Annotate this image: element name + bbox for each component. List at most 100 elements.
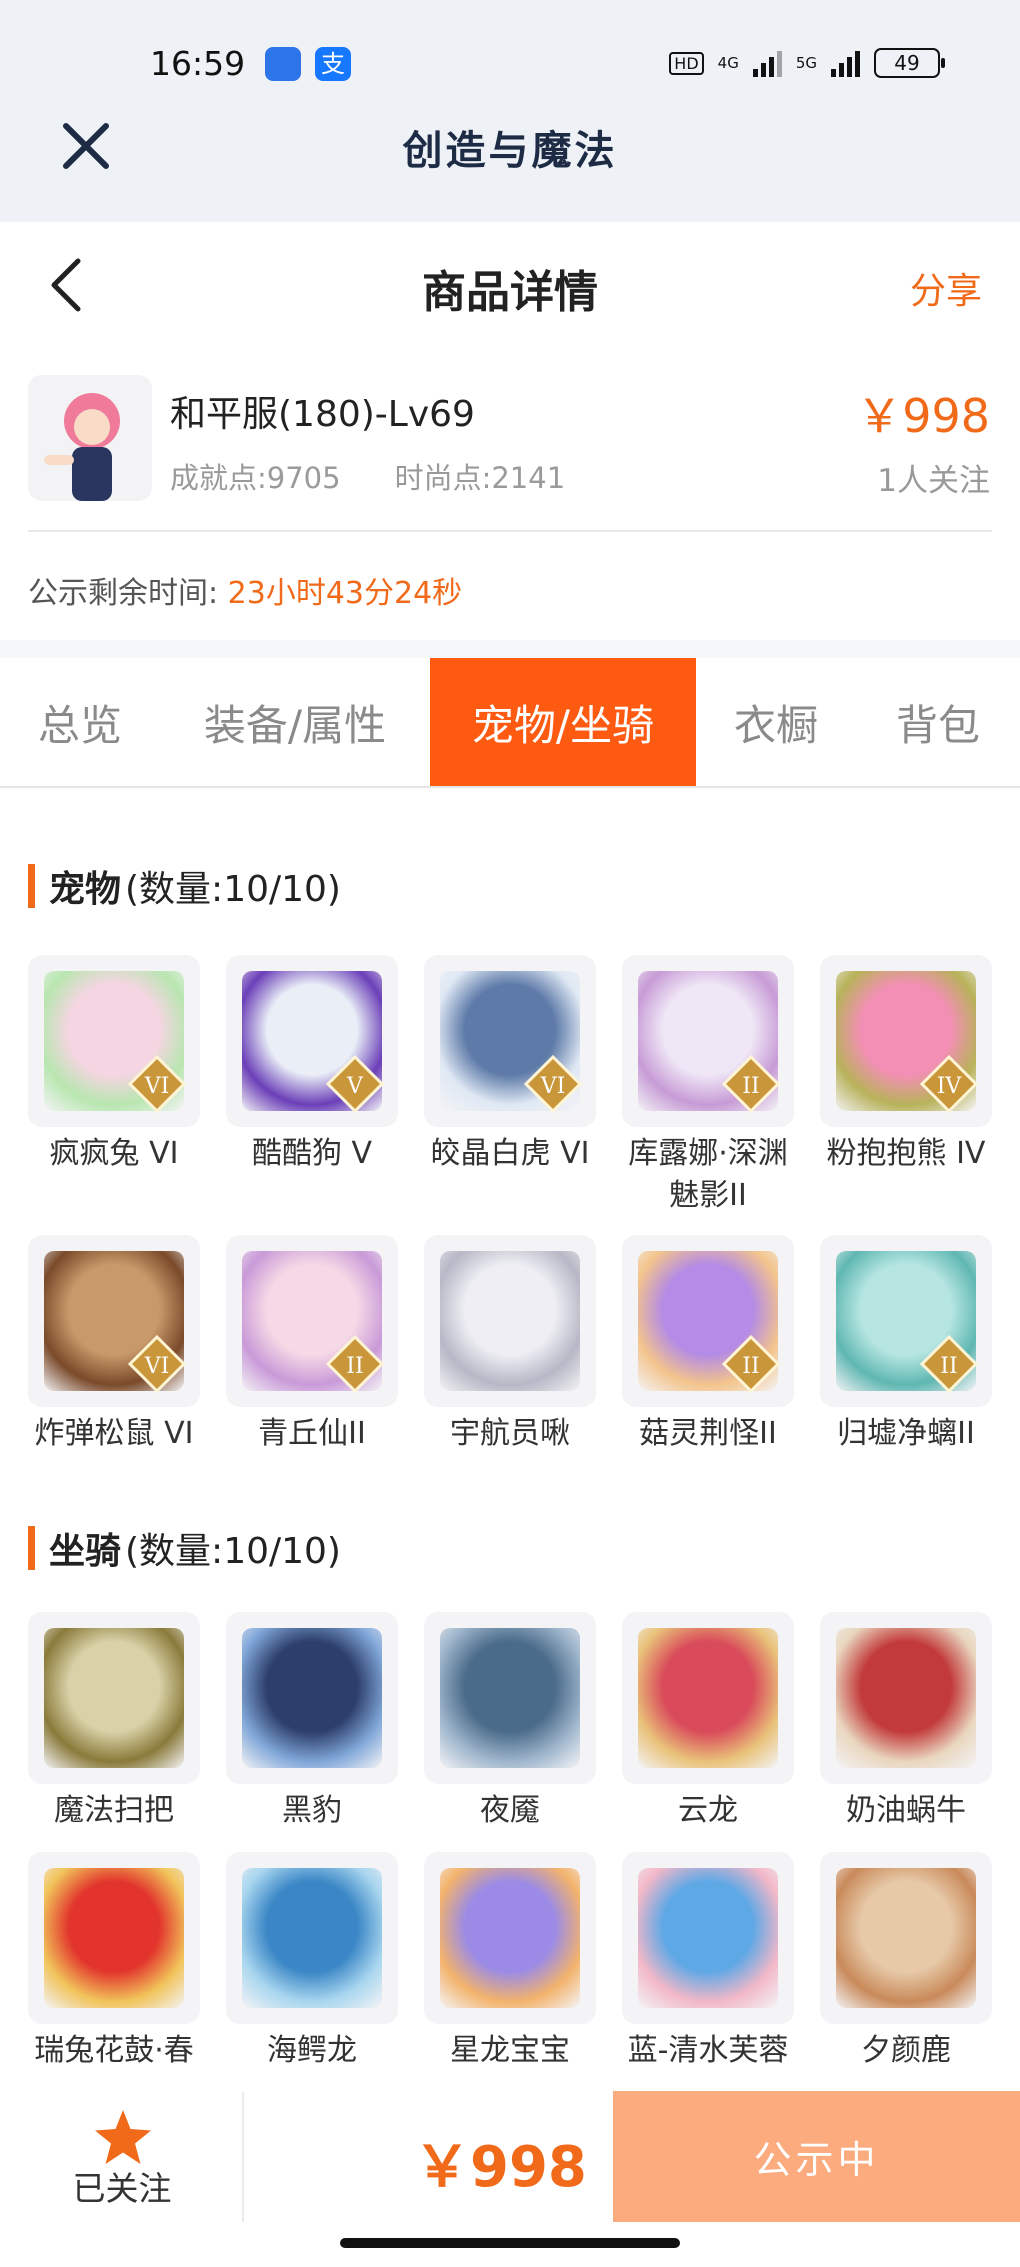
item-thumbnail (28, 1852, 200, 2024)
countdown-value: 23小时43分24秒 (227, 576, 463, 611)
grid-item[interactable]: II 库露娜·深渊魅影II (622, 955, 794, 1217)
tab-overview[interactable]: 总览 (0, 658, 160, 786)
page-title: 商品详情 (422, 267, 598, 318)
home-indicator (340, 2238, 680, 2248)
share-button[interactable]: 分享 (910, 262, 982, 314)
network-5g-label: 5G (795, 54, 817, 72)
item-name: 粉抱抱熊 IV (826, 1136, 986, 1171)
rank-badge-icon: VI (127, 1334, 187, 1394)
item-thumbnail: II (622, 1235, 794, 1407)
tab-bag[interactable]: 背包 (856, 658, 1020, 786)
item-name: 库露娜·深渊魅影II (628, 1136, 788, 1213)
signal-icon (752, 49, 782, 77)
item-thumbnail (424, 1612, 596, 1784)
item-artwork (638, 1868, 778, 2008)
item-thumbnail: II (622, 955, 794, 1127)
section-gap (0, 640, 1020, 658)
product-stats: 成就点:9705 时尚点:2141 (170, 455, 565, 497)
grid-item[interactable]: 奶油蜗牛 (820, 1612, 992, 1832)
item-name: 夕颜鹿 (861, 2033, 951, 2068)
divider (242, 2092, 244, 2222)
grid-item[interactable]: 魔法扫把 (28, 1612, 200, 1832)
grid-item[interactable]: VI 皎晶白虎 VI (424, 955, 596, 1175)
grid-item[interactable]: 海鳄龙 (226, 1852, 398, 2072)
grid-item[interactable]: 蓝-清水芙蓉 (622, 1852, 794, 2072)
rank-badge-text: V (346, 1074, 364, 1099)
section-count: (数量:10/10) (125, 1531, 341, 1572)
item-artwork (440, 1251, 580, 1391)
item-artwork (440, 1628, 580, 1768)
status-indicators: HD 4G 5G 49 (669, 48, 945, 78)
item-thumbnail (28, 1612, 200, 1784)
product-price: ￥998 (856, 389, 990, 443)
item-thumbnail (622, 1852, 794, 2024)
section-name: 宠物 (49, 869, 122, 910)
item-artwork (836, 1868, 976, 2008)
rank-badge-text: II (742, 1354, 759, 1379)
status-time: 16:59 (150, 44, 246, 83)
item-thumbnail (820, 1852, 992, 2024)
grid-item[interactable]: V 酷酷狗 V (226, 955, 398, 1175)
tab-equipment[interactable]: 装备/属性 (160, 658, 430, 786)
grid-item[interactable]: VI 疯疯兔 VI (28, 955, 200, 1175)
grid-item[interactable]: II 青丘仙II (226, 1235, 398, 1455)
grid-item[interactable]: II 归墟净螭II (820, 1235, 992, 1455)
item-name: 云龙 (678, 1793, 738, 1828)
item-name: 夜魇 (480, 1793, 540, 1828)
item-name: 魔法扫把 (54, 1793, 174, 1828)
item-artwork (242, 1628, 382, 1768)
section-count: (数量:10/10) (125, 869, 341, 910)
tab-bar: 总览 装备/属性 宠物/坐骑 衣橱 背包 (0, 658, 1020, 788)
grid-item[interactable]: 云龙 (622, 1612, 794, 1832)
item-name: 星龙宝宝 (450, 2033, 570, 2068)
item-name: 酷酷狗 V (251, 1136, 373, 1171)
item-name: 归墟净螭II (837, 1416, 975, 1451)
grid-item[interactable]: 黑豹 (226, 1612, 398, 1832)
follower-count: 1人关注 (877, 463, 990, 499)
item-name: 炸弹松鼠 VI (34, 1416, 194, 1451)
item-name: 蓝-清水芙蓉 (627, 2033, 789, 2068)
battery-icon: 49 (874, 48, 945, 78)
item-thumbnail (226, 1612, 398, 1784)
item-name: 黑豹 (282, 1793, 342, 1828)
rank-badge-icon: II (721, 1054, 781, 1114)
item-thumbnail (424, 1852, 596, 2024)
rank-badge-icon: V (325, 1054, 385, 1114)
rank-badge-icon: IV (919, 1054, 979, 1114)
grid-item[interactable]: 夕颜鹿 (820, 1852, 992, 2072)
item-thumbnail: II (820, 1235, 992, 1407)
item-artwork (638, 1628, 778, 1768)
rank-badge-icon: II (721, 1334, 781, 1394)
grid-item[interactable]: II 菇灵荆怪II (622, 1235, 794, 1455)
item-artwork (440, 1868, 580, 2008)
section-marker (28, 1526, 35, 1570)
section-name: 坐骑 (49, 1531, 122, 1572)
item-name: 宇航员啾 (450, 1416, 570, 1451)
signal-icon (831, 49, 860, 77)
app-title: 创造与魔法 (402, 127, 618, 174)
grid-item[interactable]: 瑞兔花鼓·春 (28, 1852, 200, 2072)
rank-badge-text: II (346, 1354, 363, 1379)
star-icon[interactable] (93, 2108, 153, 2166)
fashion-points: 时尚点:2141 (394, 461, 566, 495)
character-avatar (28, 375, 152, 501)
tab-wardrobe[interactable]: 衣橱 (696, 658, 856, 786)
follow-button[interactable]: 已关注 (40, 2162, 204, 2210)
video-app-icon (265, 47, 301, 81)
publicity-status-button[interactable]: 公示中 (613, 2091, 1020, 2222)
item-artwork (836, 1628, 976, 1768)
grid-item[interactable]: 星龙宝宝 (424, 1852, 596, 2072)
item-thumbnail: VI (424, 955, 596, 1127)
grid-item[interactable]: 夜魇 (424, 1612, 596, 1832)
rank-badge-icon: II (325, 1334, 385, 1394)
grid-item[interactable]: 宇航员啾 (424, 1235, 596, 1455)
tab-pets-mounts[interactable]: 宠物/坐骑 (430, 658, 696, 786)
item-thumbnail (424, 1235, 596, 1407)
item-thumbnail (820, 1612, 992, 1784)
item-name: 疯疯兔 VI (49, 1136, 179, 1171)
grid-item[interactable]: IV 粉抱抱熊 IV (820, 955, 992, 1175)
rank-badge-text: II (940, 1354, 957, 1379)
item-thumbnail: IV (820, 955, 992, 1127)
grid-item[interactable]: VI 炸弹松鼠 VI (28, 1235, 200, 1455)
item-name: 青丘仙II (258, 1416, 366, 1451)
